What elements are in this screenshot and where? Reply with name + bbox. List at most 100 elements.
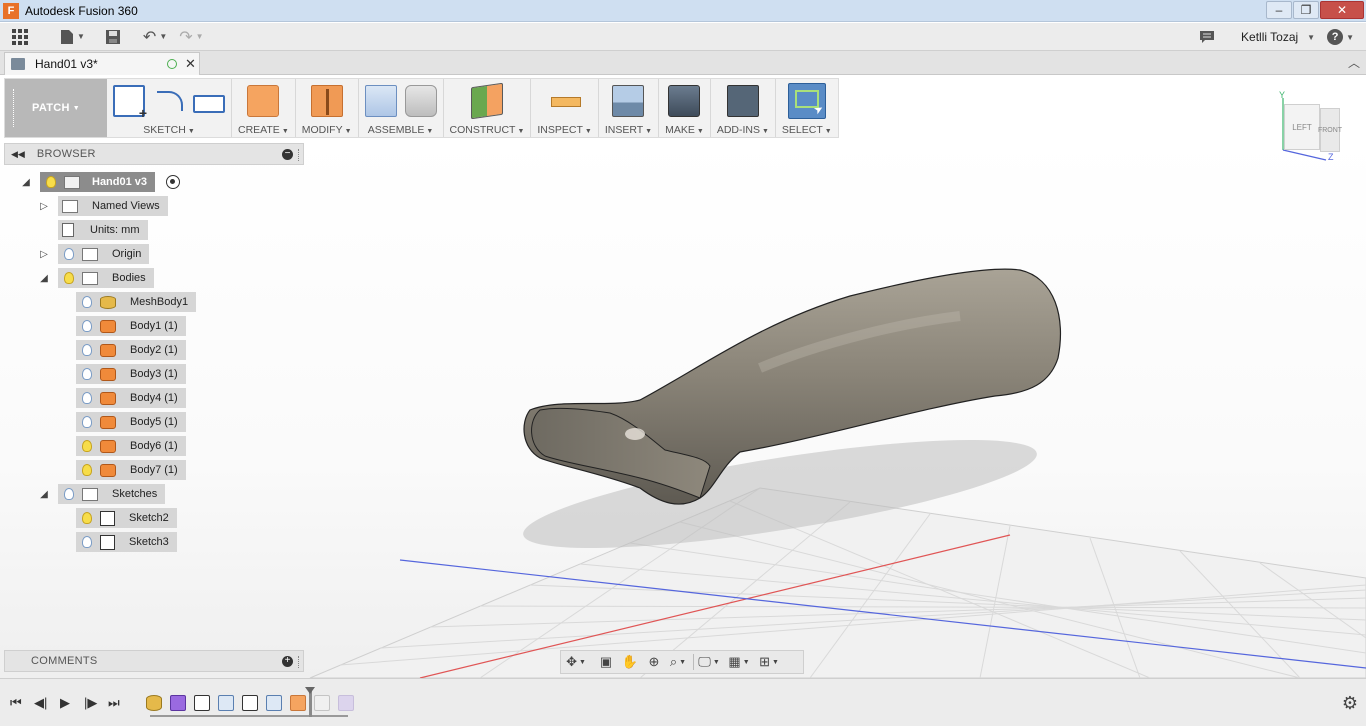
undo-button[interactable]: ↶ ▼ xyxy=(137,23,173,51)
pan-icon[interactable]: ✋ xyxy=(621,654,639,670)
tree-node-sketch3[interactable]: Sketch3 xyxy=(76,532,177,552)
scripts-addins-icon[interactable] xyxy=(726,85,759,117)
joint-icon[interactable] xyxy=(404,85,437,117)
measure-icon[interactable] xyxy=(549,85,581,117)
create-sketch-icon[interactable] xyxy=(113,85,147,121)
add-comment-icon[interactable]: + xyxy=(282,656,293,667)
make-menu[interactable]: MAKE ▼ xyxy=(665,124,704,136)
timeline-sketch-icon[interactable] xyxy=(194,695,210,711)
timeline-marker[interactable] xyxy=(305,687,315,717)
minimize-button[interactable]: ‒ xyxy=(1266,1,1292,19)
visibility-bulb-icon[interactable] xyxy=(82,296,92,308)
data-panel-grid-icon[interactable] xyxy=(6,23,34,51)
modify-icon[interactable] xyxy=(310,85,343,117)
user-menu[interactable]: Ketlli Tozaj ▼ xyxy=(1221,23,1321,51)
visibility-bulb-icon[interactable] xyxy=(64,488,74,500)
grid-settings-icon[interactable]: ▦ ▼ xyxy=(728,654,749,670)
tree-node-body5[interactable]: Body5 (1) xyxy=(76,412,186,432)
visibility-bulb-icon[interactable] xyxy=(82,416,92,428)
activate-component-icon[interactable] xyxy=(166,175,180,189)
timeline-form-icon[interactable] xyxy=(338,695,354,711)
tree-node-root[interactable]: Hand01 v3 xyxy=(40,172,156,192)
3d-viewport[interactable] xyxy=(0,138,1366,679)
maximize-button[interactable]: ❐ xyxy=(1293,1,1319,19)
expand-named-views-icon[interactable]: ▷ xyxy=(38,200,50,212)
visibility-bulb-icon[interactable] xyxy=(82,392,92,404)
close-tab-button[interactable]: ✕ xyxy=(185,56,196,72)
create-menu[interactable]: CREATE ▼ xyxy=(238,124,289,136)
timeline-surface-icon[interactable] xyxy=(266,695,282,711)
display-settings-icon[interactable]: 🖵 ▼ xyxy=(698,654,719,670)
panel-grip-icon[interactable] xyxy=(298,149,301,161)
view-cube-left-face[interactable]: LEFT xyxy=(1284,104,1320,150)
tree-node-body7[interactable]: Body7 (1) xyxy=(76,460,186,480)
construct-menu[interactable]: CONSTRUCT ▼ xyxy=(450,124,525,136)
rectangle-icon[interactable] xyxy=(193,95,225,113)
select-menu[interactable]: SELECT ▼ xyxy=(782,124,832,136)
tree-node-bodies[interactable]: Bodies xyxy=(58,268,154,288)
offset-plane-icon[interactable] xyxy=(470,82,503,120)
tree-node-body2[interactable]: Body2 (1) xyxy=(76,340,186,360)
visibility-bulb-icon[interactable] xyxy=(82,536,92,548)
tree-node-meshbody1[interactable]: MeshBody1 xyxy=(76,292,197,312)
visibility-bulb-icon[interactable] xyxy=(82,464,92,476)
step-forward-icon[interactable]: |▶︎ xyxy=(84,695,97,711)
tree-node-origin[interactable]: Origin xyxy=(58,244,150,264)
collapse-root-icon[interactable]: ◢ xyxy=(20,176,32,188)
modify-menu[interactable]: MODIFY ▼ xyxy=(302,124,352,136)
save-button[interactable] xyxy=(99,23,127,51)
step-back-icon[interactable]: ◀︎| xyxy=(34,695,47,711)
patch-surface-icon[interactable] xyxy=(247,85,280,117)
tree-node-body6[interactable]: Body6 (1) xyxy=(76,436,186,456)
panel-grip-icon[interactable] xyxy=(298,656,301,668)
viewports-icon[interactable]: ⊞ ▼ xyxy=(759,654,779,670)
visibility-bulb-icon[interactable] xyxy=(82,512,92,524)
spline-icon[interactable] xyxy=(153,85,185,117)
chevron-up-icon[interactable]: ︿ xyxy=(1348,54,1360,71)
tree-node-body3[interactable]: Body3 (1) xyxy=(76,364,186,384)
addins-menu[interactable]: ADD-INS ▼ xyxy=(717,124,769,136)
document-tab[interactable]: Hand01 v3* ✕ xyxy=(4,52,200,75)
timeline-form-icon[interactable] xyxy=(170,695,186,711)
visibility-bulb-icon[interactable] xyxy=(46,176,56,188)
zoom-icon[interactable]: ⊕ xyxy=(645,654,663,670)
visibility-bulb-icon[interactable] xyxy=(82,440,92,452)
visibility-bulb-icon[interactable] xyxy=(64,272,74,284)
view-cube-front-face[interactable]: FRONT xyxy=(1318,108,1342,152)
tree-node-units[interactable]: Units: mm xyxy=(58,220,148,240)
inspect-menu[interactable]: INSPECT ▼ xyxy=(537,124,591,136)
visibility-bulb-icon[interactable] xyxy=(82,368,92,380)
orbit-icon[interactable]: ✥ ▼ xyxy=(566,654,586,670)
workspace-switcher[interactable]: PATCH ▼ xyxy=(5,79,107,137)
new-component-icon[interactable] xyxy=(364,85,397,117)
collapse-bodies-icon[interactable]: ◢ xyxy=(38,272,50,284)
play-icon[interactable]: ▶ xyxy=(60,695,70,711)
gear-icon[interactable]: ⚙ xyxy=(1342,693,1358,714)
tree-node-body1[interactable]: Body1 (1) xyxy=(76,316,186,336)
tree-node-sketch2[interactable]: Sketch2 xyxy=(76,508,177,528)
file-menu-button[interactable]: ▼ xyxy=(54,23,91,51)
visibility-bulb-icon[interactable] xyxy=(82,320,92,332)
insert-menu[interactable]: INSERT ▼ xyxy=(605,124,652,136)
insert-image-icon[interactable] xyxy=(612,85,645,117)
collapse-sketches-icon[interactable]: ◢ xyxy=(38,488,50,500)
view-cube[interactable]: Y LEFT FRONT Z xyxy=(1278,90,1346,164)
minimize-browser-icon[interactable]: − xyxy=(282,149,293,160)
timeline-patch-icon[interactable] xyxy=(290,695,306,711)
sketch-menu[interactable]: SKETCH ▼ xyxy=(143,124,195,136)
go-to-start-icon[interactable]: ⏮ xyxy=(10,695,22,711)
visibility-bulb-icon[interactable] xyxy=(82,344,92,356)
look-at-icon[interactable]: ▣ xyxy=(597,654,615,670)
tree-node-named-views[interactable]: Named Views xyxy=(58,196,168,216)
close-button[interactable]: ✕ xyxy=(1320,1,1364,19)
select-icon[interactable] xyxy=(787,83,826,119)
tree-node-body4[interactable]: Body4 (1) xyxy=(76,388,186,408)
3d-print-icon[interactable] xyxy=(668,85,701,117)
go-to-end-icon[interactable]: ⏭ xyxy=(108,695,120,711)
timeline-surface-icon[interactable] xyxy=(218,695,234,711)
redo-button[interactable]: ↷ ▼ xyxy=(173,23,209,51)
help-button[interactable]: ? ▼ xyxy=(1321,23,1360,51)
timeline-mesh-icon[interactable] xyxy=(146,695,162,711)
job-status-button[interactable] xyxy=(1193,23,1221,51)
tree-node-sketches[interactable]: Sketches xyxy=(58,484,166,504)
